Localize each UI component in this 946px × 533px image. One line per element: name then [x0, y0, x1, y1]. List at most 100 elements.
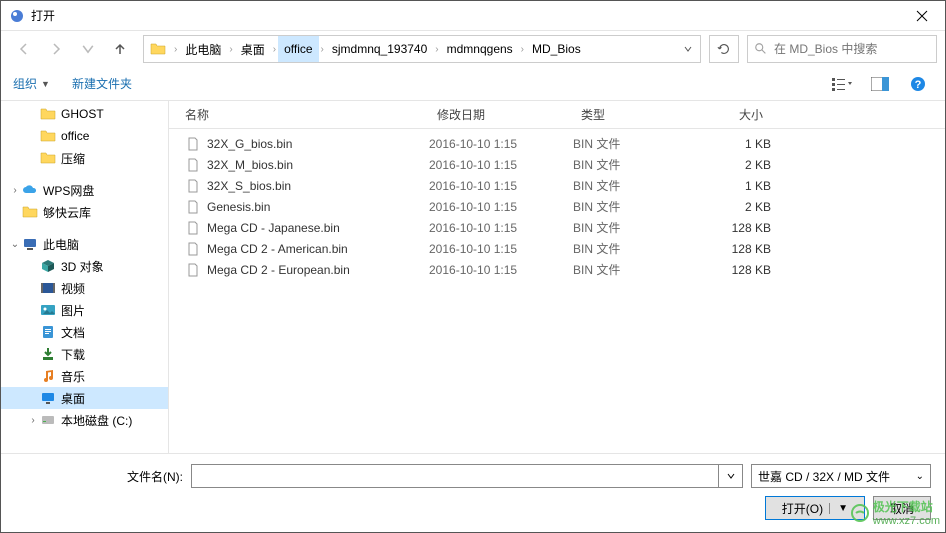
new-folder-button[interactable]: 新建文件夹	[72, 75, 132, 92]
file-row[interactable]: Mega CD - Japanese.bin2016-10-10 1:15BIN…	[169, 217, 945, 238]
split-chevron-icon: ▼	[829, 503, 848, 514]
tree-item[interactable]: ›WPS网盘	[1, 179, 168, 201]
view-options-button[interactable]	[827, 72, 857, 96]
filename-input[interactable]	[191, 464, 719, 488]
up-button[interactable]	[105, 36, 135, 62]
file-icon	[185, 220, 201, 236]
filename-label: 文件名(N):	[15, 468, 183, 485]
tree-item[interactable]: 音乐	[1, 365, 168, 387]
file-type: BIN 文件	[573, 135, 681, 152]
file-row[interactable]: 32X_G_bios.bin 2016-10-10 1:15BIN 文件1 KB	[169, 133, 945, 154]
tree-item[interactable]: 3D 对象	[1, 255, 168, 277]
file-name: 32X_G_bios.bin	[207, 137, 292, 151]
chevron-right-icon: ›	[271, 44, 278, 55]
preview-pane-button[interactable]	[865, 72, 895, 96]
tree-label: 图片	[61, 302, 85, 319]
back-button[interactable]	[9, 36, 39, 62]
forward-button[interactable]	[41, 36, 71, 62]
file-type: BIN 文件	[573, 261, 681, 278]
file-rows: 32X_G_bios.bin2016-10-10 1:15BIN 文件1 KB3…	[169, 129, 945, 453]
expand-icon: ›	[9, 185, 21, 196]
file-name: Mega CD 2 - European.bin	[207, 263, 350, 277]
file-name: 32X_S_bios.bin	[207, 179, 291, 193]
open-button[interactable]: 打开(O) ▼	[765, 496, 865, 520]
folder-icon	[39, 128, 57, 144]
tree-label: 够快云库	[43, 204, 91, 221]
titlebar: 打开	[1, 1, 945, 31]
address-bar[interactable]: › 此电脑 › 桌面 › office › sjmdmnq_193740 › m…	[143, 35, 701, 63]
tree-item[interactable]: 桌面	[1, 387, 168, 409]
tree-item[interactable]: 够快云库	[1, 201, 168, 223]
file-size: 128 KB	[681, 263, 771, 277]
tree-item[interactable]: 视频	[1, 277, 168, 299]
column-type[interactable]: 类型	[573, 106, 681, 123]
tree-item[interactable]: office	[1, 125, 168, 147]
tree-label: 下载	[61, 346, 85, 363]
file-date: 2016-10-10 1:15	[429, 263, 573, 277]
column-size[interactable]: 大小	[681, 106, 771, 123]
file-row[interactable]: 32X_S_bios.bin2016-10-10 1:15BIN 文件1 KB	[169, 175, 945, 196]
breadcrumb-item[interactable]: mdmnqgens	[441, 36, 519, 62]
breadcrumb-item[interactable]: 此电脑	[179, 36, 227, 62]
tree-label: 桌面	[61, 390, 85, 407]
search-input[interactable]	[774, 42, 930, 56]
file-date: 2016-10-10 1:15	[429, 179, 573, 193]
tree-item[interactable]: 下载	[1, 343, 168, 365]
file-icon	[185, 178, 201, 194]
recent-dropdown[interactable]	[73, 36, 103, 62]
refresh-button[interactable]	[709, 35, 739, 63]
file-size: 128 KB	[681, 242, 771, 256]
dialog-footer: 文件名(N): 世嘉 CD / 32X / MD 文件 ⌄ 打开(O) ▼ 取消	[1, 453, 945, 532]
file-row[interactable]: Mega CD 2 - American.bin2016-10-10 1:15B…	[169, 238, 945, 259]
open-button-label: 打开(O)	[782, 500, 823, 517]
file-type: BIN 文件	[573, 219, 681, 236]
file-type: BIN 文件	[573, 156, 681, 173]
file-name: Genesis.bin	[207, 200, 270, 214]
file-type-filter[interactable]: 世嘉 CD / 32X / MD 文件 ⌄	[751, 464, 931, 488]
tree-item[interactable]: 文档	[1, 321, 168, 343]
file-size: 128 KB	[681, 221, 771, 235]
tree-item[interactable]: 压缩	[1, 147, 168, 169]
desktop-icon	[39, 390, 57, 406]
tree-label: GHOST	[61, 107, 104, 121]
tree-item[interactable]: GHOST	[1, 103, 168, 125]
file-date: 2016-10-10 1:15	[429, 137, 573, 151]
toolbar: 组织 ▼ 新建文件夹 ?	[1, 67, 945, 101]
tree-item[interactable]: ⌄此电脑	[1, 233, 168, 255]
tree-label: 文档	[61, 324, 85, 341]
tree-label: office	[61, 129, 89, 143]
file-name: Mega CD 2 - American.bin	[207, 242, 348, 256]
organize-label: 组织	[13, 75, 37, 92]
chevron-down-icon: ▼	[41, 79, 50, 89]
file-row[interactable]: Mega CD 2 - European.bin 2016-10-10 1:15B…	[169, 259, 945, 280]
tree-item[interactable]: ›本地磁盘 (C:)	[1, 409, 168, 431]
breadcrumb-item[interactable]: 桌面	[235, 36, 271, 62]
file-type: BIN 文件	[573, 177, 681, 194]
folder-icon	[39, 106, 57, 122]
tree-label: 音乐	[61, 368, 85, 385]
breadcrumb-item[interactable]: office	[278, 36, 318, 62]
filter-label: 世嘉 CD / 32X / MD 文件	[758, 468, 890, 485]
cancel-button[interactable]: 取消	[873, 496, 931, 520]
filename-dropdown[interactable]	[719, 464, 743, 488]
chevron-right-icon: ›	[433, 44, 440, 55]
documents-icon	[39, 324, 57, 340]
help-button[interactable]: ?	[903, 72, 933, 96]
folder-orange-icon	[21, 204, 39, 220]
search-box[interactable]	[747, 35, 937, 63]
breadcrumb-item[interactable]: sjmdmnq_193740	[326, 36, 433, 62]
file-row[interactable]: Genesis.bin2016-10-10 1:15BIN 文件2 KB	[169, 196, 945, 217]
breadcrumb-item[interactable]: MD_Bios	[526, 36, 587, 62]
music-icon	[39, 368, 57, 384]
file-size: 1 KB	[681, 137, 771, 151]
downloads-icon	[39, 346, 57, 362]
organize-menu[interactable]: 组织 ▼	[13, 75, 50, 92]
close-button[interactable]	[899, 1, 945, 31]
file-row[interactable]: 32X_M_bios.bin2016-10-10 1:15BIN 文件2 KB	[169, 154, 945, 175]
tree-item[interactable]: 图片	[1, 299, 168, 321]
column-date[interactable]: 修改日期	[429, 106, 573, 123]
file-date: 2016-10-10 1:15	[429, 158, 573, 172]
address-dropdown[interactable]	[676, 44, 700, 54]
chevron-right-icon: ›	[519, 44, 526, 55]
column-name[interactable]: 名称	[169, 106, 429, 123]
